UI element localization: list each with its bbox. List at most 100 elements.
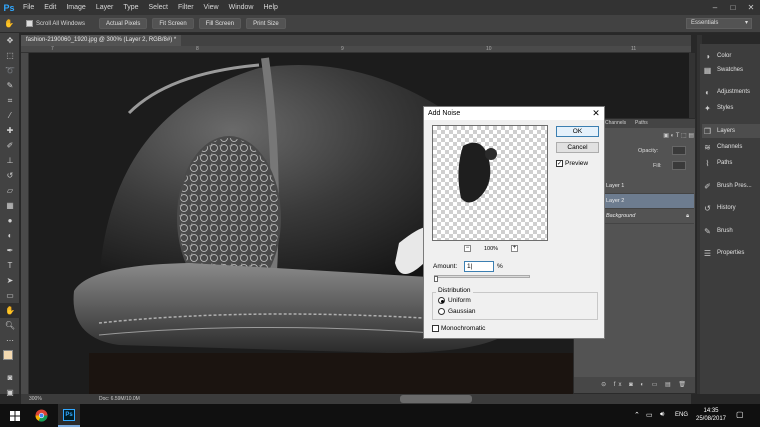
monochromatic-option[interactable]: Monochromatic [432,325,485,332]
panel-color[interactable]: ◑ Color [702,49,760,63]
layer-row[interactable]: Layer 1 [602,179,694,194]
scroll-all-windows-checkbox[interactable] [26,20,33,27]
notifications-icon[interactable]: ▢ [736,410,744,419]
brush-tool-icon[interactable]: ✐ [0,138,20,153]
actual-pixels-button[interactable]: Actual Pixels [99,18,148,29]
shape-tool-icon[interactable]: ▭ [0,288,20,303]
network-icon[interactable]: ▭ [646,411,653,419]
dodge-tool-icon[interactable]: ◐ [0,228,20,243]
tools-panel: ✥ ⬚ ➰ ✎ ⌗ ⁄ ✚ ✐ ⊥ ↺ ▱ ▦ ● ◐ ✒ T ➤ ▭ ✋ 🔍︎… [0,33,20,397]
panel-channels[interactable]: ≋ Channels [702,140,760,154]
gaussian-radio[interactable] [438,308,445,315]
horizontal-scrollbar-thumb[interactable] [400,395,472,403]
panel-styles[interactable]: ✦ Styles [702,101,760,115]
menu-filter[interactable]: Filter [173,4,199,11]
ok-button[interactable]: OK [556,126,599,137]
eyedropper-tool-icon[interactable]: ⁄ [0,108,20,123]
language-indicator[interactable]: ENG [675,412,688,418]
panel-swatches[interactable]: ▦ Swatches [702,63,760,77]
layer-filter-icons[interactable]: ▣ ◐ T ⬚ ▤ [614,132,694,139]
fill-screen-button[interactable]: Fill Screen [198,18,242,29]
chrome-icon[interactable] [30,404,52,427]
preview-label: Preview [565,160,589,167]
history-brush-tool-icon[interactable]: ↺ [0,168,20,183]
layers-footer-icons[interactable]: ⊝ fx ◙ ◐ ▭ ▤ 🗑︎ [574,377,695,393]
path-select-tool-icon[interactable]: ➤ [0,273,20,288]
type-tool-icon[interactable]: T [0,258,20,273]
photoshop-taskbar-icon[interactable]: Ps [58,404,80,427]
menu-file[interactable]: File [18,4,39,11]
tab-paths[interactable]: Paths [632,119,651,128]
marquee-tool-icon[interactable]: ⬚ [0,48,20,63]
menu-help[interactable]: Help [259,4,283,11]
quick-select-tool-icon[interactable]: ✎ [0,78,20,93]
lasso-tool-icon[interactable]: ➰ [0,63,20,78]
dialog-close-icon[interactable]: ✕ [588,107,604,120]
foreground-color-swatch[interactable] [3,350,13,360]
panel-layers[interactable]: ❐ Layers [702,124,760,138]
layer-row[interactable]: Background 🔒︎ [602,209,694,224]
menu-window[interactable]: Window [224,4,259,11]
clock-date: 25/08/2017 [695,416,727,422]
panel-paths[interactable]: ⌇ Paths [702,156,760,170]
document-tab[interactable]: fashion-2190060_1920.jpg @ 300% (Layer 2… [21,35,182,46]
fit-screen-button[interactable]: Fit Screen [152,18,194,29]
uniform-radio[interactable] [438,297,445,304]
healing-brush-tool-icon[interactable]: ✚ [0,123,20,138]
panel-brush[interactable]: ✎ Brush [702,224,760,238]
opacity-input[interactable] [672,146,686,155]
windows-start-icon[interactable] [4,404,26,427]
print-size-button[interactable]: Print Size [246,18,286,29]
panel-history[interactable]: ↺ History [702,201,760,215]
workspace-select[interactable]: Essentials ▾ [686,18,752,29]
panel-label: Styles [717,105,734,111]
blur-tool-icon[interactable]: ● [0,213,20,228]
zoom-tool-icon[interactable]: 🔍︎ [0,318,20,333]
tray-chevron-up-icon[interactable]: ⌃ [634,411,640,419]
panel-brush-presets[interactable]: ✐ Brush Pres... [702,179,760,193]
volume-icon[interactable]: 🔊︎ [660,411,664,419]
hand-tool-icon[interactable]: ✋ [0,303,20,318]
menu-layer[interactable]: Layer [91,4,119,11]
document-tab-bar: fashion-2190060_1920.jpg @ 300% (Layer 2… [21,35,691,46]
clock-time: 14:35 [703,408,719,414]
maximize-button[interactable]: □ [724,0,742,15]
minimize-button[interactable]: – [706,0,724,15]
amount-input[interactable]: 1| [464,261,494,272]
layer-row-selected[interactable]: Layer 2 [602,194,694,209]
menu-view[interactable]: View [199,4,224,11]
uniform-option[interactable]: Uniform [438,297,471,304]
eraser-tool-icon[interactable]: ▱ [0,183,20,198]
move-tool-icon[interactable]: ✥ [0,33,20,48]
menu-image[interactable]: Image [61,4,90,11]
fill-input[interactable] [672,161,686,170]
preview-option[interactable]: ✓ Preview [556,160,588,167]
tab-channels[interactable]: Channels [602,119,629,128]
scroll-all-windows-option[interactable]: Scroll All Windows [26,20,85,27]
preview-pane[interactable] [432,125,548,241]
more-tools-icon[interactable]: ⋯ [0,333,20,348]
gradient-tool-icon[interactable]: ▦ [0,198,20,213]
color-swatches[interactable] [0,348,20,370]
zoom-out-button[interactable]: − [464,245,471,252]
menu-type[interactable]: Type [118,4,143,11]
panel-properties[interactable]: ☰ Properties [702,246,760,260]
pen-tool-icon[interactable]: ✒ [0,243,20,258]
cancel-button[interactable]: Cancel [556,142,599,153]
amount-slider[interactable] [434,275,530,278]
quick-mask-icon[interactable]: ◙ [0,370,20,385]
crop-tool-icon[interactable]: ⌗ [0,93,20,108]
monochromatic-checkbox[interactable] [432,325,439,332]
close-window-button[interactable]: ✕ [742,0,760,15]
menu-select[interactable]: Select [144,4,173,11]
clone-stamp-tool-icon[interactable]: ⊥ [0,153,20,168]
gaussian-option[interactable]: Gaussian [438,308,475,315]
menu-edit[interactable]: Edit [39,4,61,11]
preview-checkbox[interactable]: ✓ [556,160,563,167]
panel-adjustments[interactable]: ◐ Adjustments [702,85,760,99]
amount-slider-thumb[interactable] [433,276,438,282]
hand-tool-icon: ✋ [4,19,14,28]
clock[interactable]: 14:35 25/08/2017 [694,407,728,423]
screen-mode-icon[interactable]: ▣ [0,385,20,400]
zoom-in-button[interactable]: + [510,245,518,252]
